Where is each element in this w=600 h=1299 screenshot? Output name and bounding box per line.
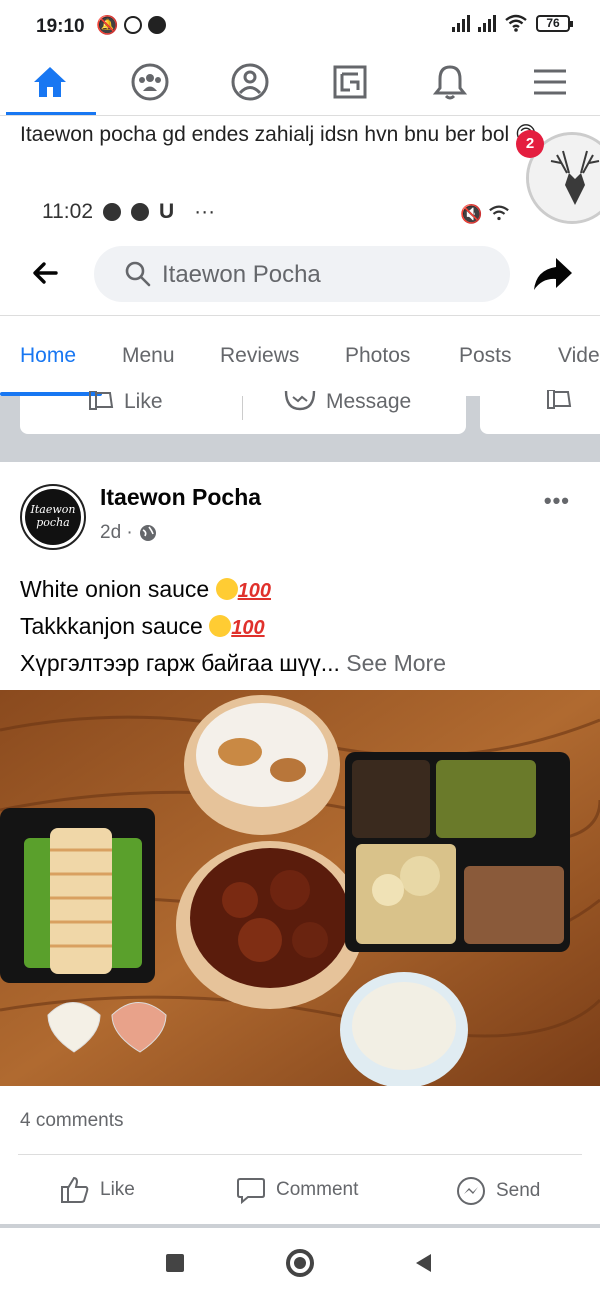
feed-post: Itaewon pocha Itaewon Pocha 2d · ••• Whi… [0,462,600,1224]
comment-button[interactable]: Comment [236,1176,358,1204]
notification-time: 11:02 [42,200,93,223]
battery-icon: 76 [536,14,573,32]
chat-head-badge: 2 [516,130,544,158]
post-photo[interactable] [0,690,600,1086]
wifi-icon [489,205,510,221]
tab-home[interactable]: Home [20,344,76,368]
wifi-icon [505,14,527,32]
more-notifications: ··· [194,200,216,223]
post-line-1: White onion sauce [20,576,216,602]
post-actions-bar: Like Comment Send [0,1162,600,1218]
tab-reviews[interactable]: Reviews [220,344,299,368]
tab-menu[interactable]: Menu [122,344,175,368]
post-text: White onion sauce 100 Takkkanjon sauce 1… [20,572,590,681]
notification-message: Itaewon pocha gd endes zahialj idsn hvn … [20,123,537,146]
hundred-emoji-icon: 100 [237,580,271,602]
menu-hamburger-icon[interactable] [528,60,572,104]
like-icon [89,391,114,410]
post-options-button[interactable]: ••• [544,488,570,514]
recent-apps-icon[interactable] [158,1246,192,1280]
messenger-icon [124,16,143,34]
back-triangle-icon[interactable] [406,1246,440,1280]
thumbs-up-icon [61,1176,89,1203]
messenger-send-icon [457,1177,485,1205]
mute-icon: 🔇 [460,204,483,224]
message-page-button[interactable]: Message [284,390,411,414]
smiling-emoji-icon [215,578,238,600]
smiling-emoji-icon [209,615,232,637]
page-actions-strip: Like Message [0,389,600,462]
post-line-3: Хүргэлтээр гарж байгаа шүү... [20,650,347,676]
see-more-link[interactable]: See More [346,650,446,676]
comment-bubble-icon [237,1178,265,1204]
like-page-button[interactable]: Like [88,390,163,414]
post-timestamp[interactable]: 2d · [100,522,133,544]
facebook-nav-bar [0,52,600,116]
sound-wifi-status: 🔇 [460,204,510,225]
messenger-icon [284,391,316,411]
signal-icon [452,14,470,32]
like-button[interactable]: Like [60,1176,135,1204]
active-tab-indicator [6,112,96,115]
post-author[interactable]: Itaewon Pocha [100,484,261,511]
home-icon[interactable] [28,60,72,104]
post-line-2: Takkkanjon sauce [20,613,210,639]
globe-icon [139,525,156,541]
messenger-filled-icon [148,16,167,34]
mute-alarm-icon: 🔕 [96,15,119,35]
notifications-bell-icon[interactable] [428,60,472,104]
page-actions-card-secondary [480,389,600,434]
send-button[interactable]: Send [456,1176,540,1206]
groups-icon[interactable] [128,60,172,104]
facebook-icon [103,203,121,221]
messenger-icon [131,203,149,221]
search-query: Itaewon Pocha [162,261,321,288]
system-nav-bar [0,1228,600,1299]
actions-divider [242,396,243,420]
page-tabs: Home Menu Reviews Photos Posts Vide [0,316,600,396]
news-pages-icon[interactable] [328,60,372,104]
page-actions-card: Like Message [20,390,466,434]
post-divider [18,1154,582,1155]
home-circle-icon[interactable] [283,1246,317,1280]
share-arrow-icon[interactable] [532,256,574,297]
status-bar: 19:10 🔕 76 [0,0,600,52]
like-icon-secondary[interactable] [546,389,572,418]
avatar-logo: Itaewon pocha [25,489,81,545]
tab-videos[interactable]: Vide [558,344,600,368]
page-search-bar: Itaewon Pocha [0,236,600,316]
profile-icon[interactable] [228,60,272,104]
message-notification[interactable]: Itaewon pocha gd endes zahialj idsn hvn … [0,116,600,236]
tab-posts[interactable]: Posts [459,344,512,368]
back-arrow-icon[interactable] [30,258,60,293]
search-input[interactable]: Itaewon Pocha [94,246,510,302]
comments-count[interactable]: 4 comments [20,1110,123,1132]
status-time: 19:10 [36,16,85,37]
app-letter: U [159,200,175,223]
hundred-emoji-icon: 100 [231,617,265,639]
signal-icon-2 [478,14,496,32]
search-icon [125,261,151,287]
page-avatar[interactable]: Itaewon pocha [20,484,86,550]
tab-photos[interactable]: Photos [345,344,410,368]
